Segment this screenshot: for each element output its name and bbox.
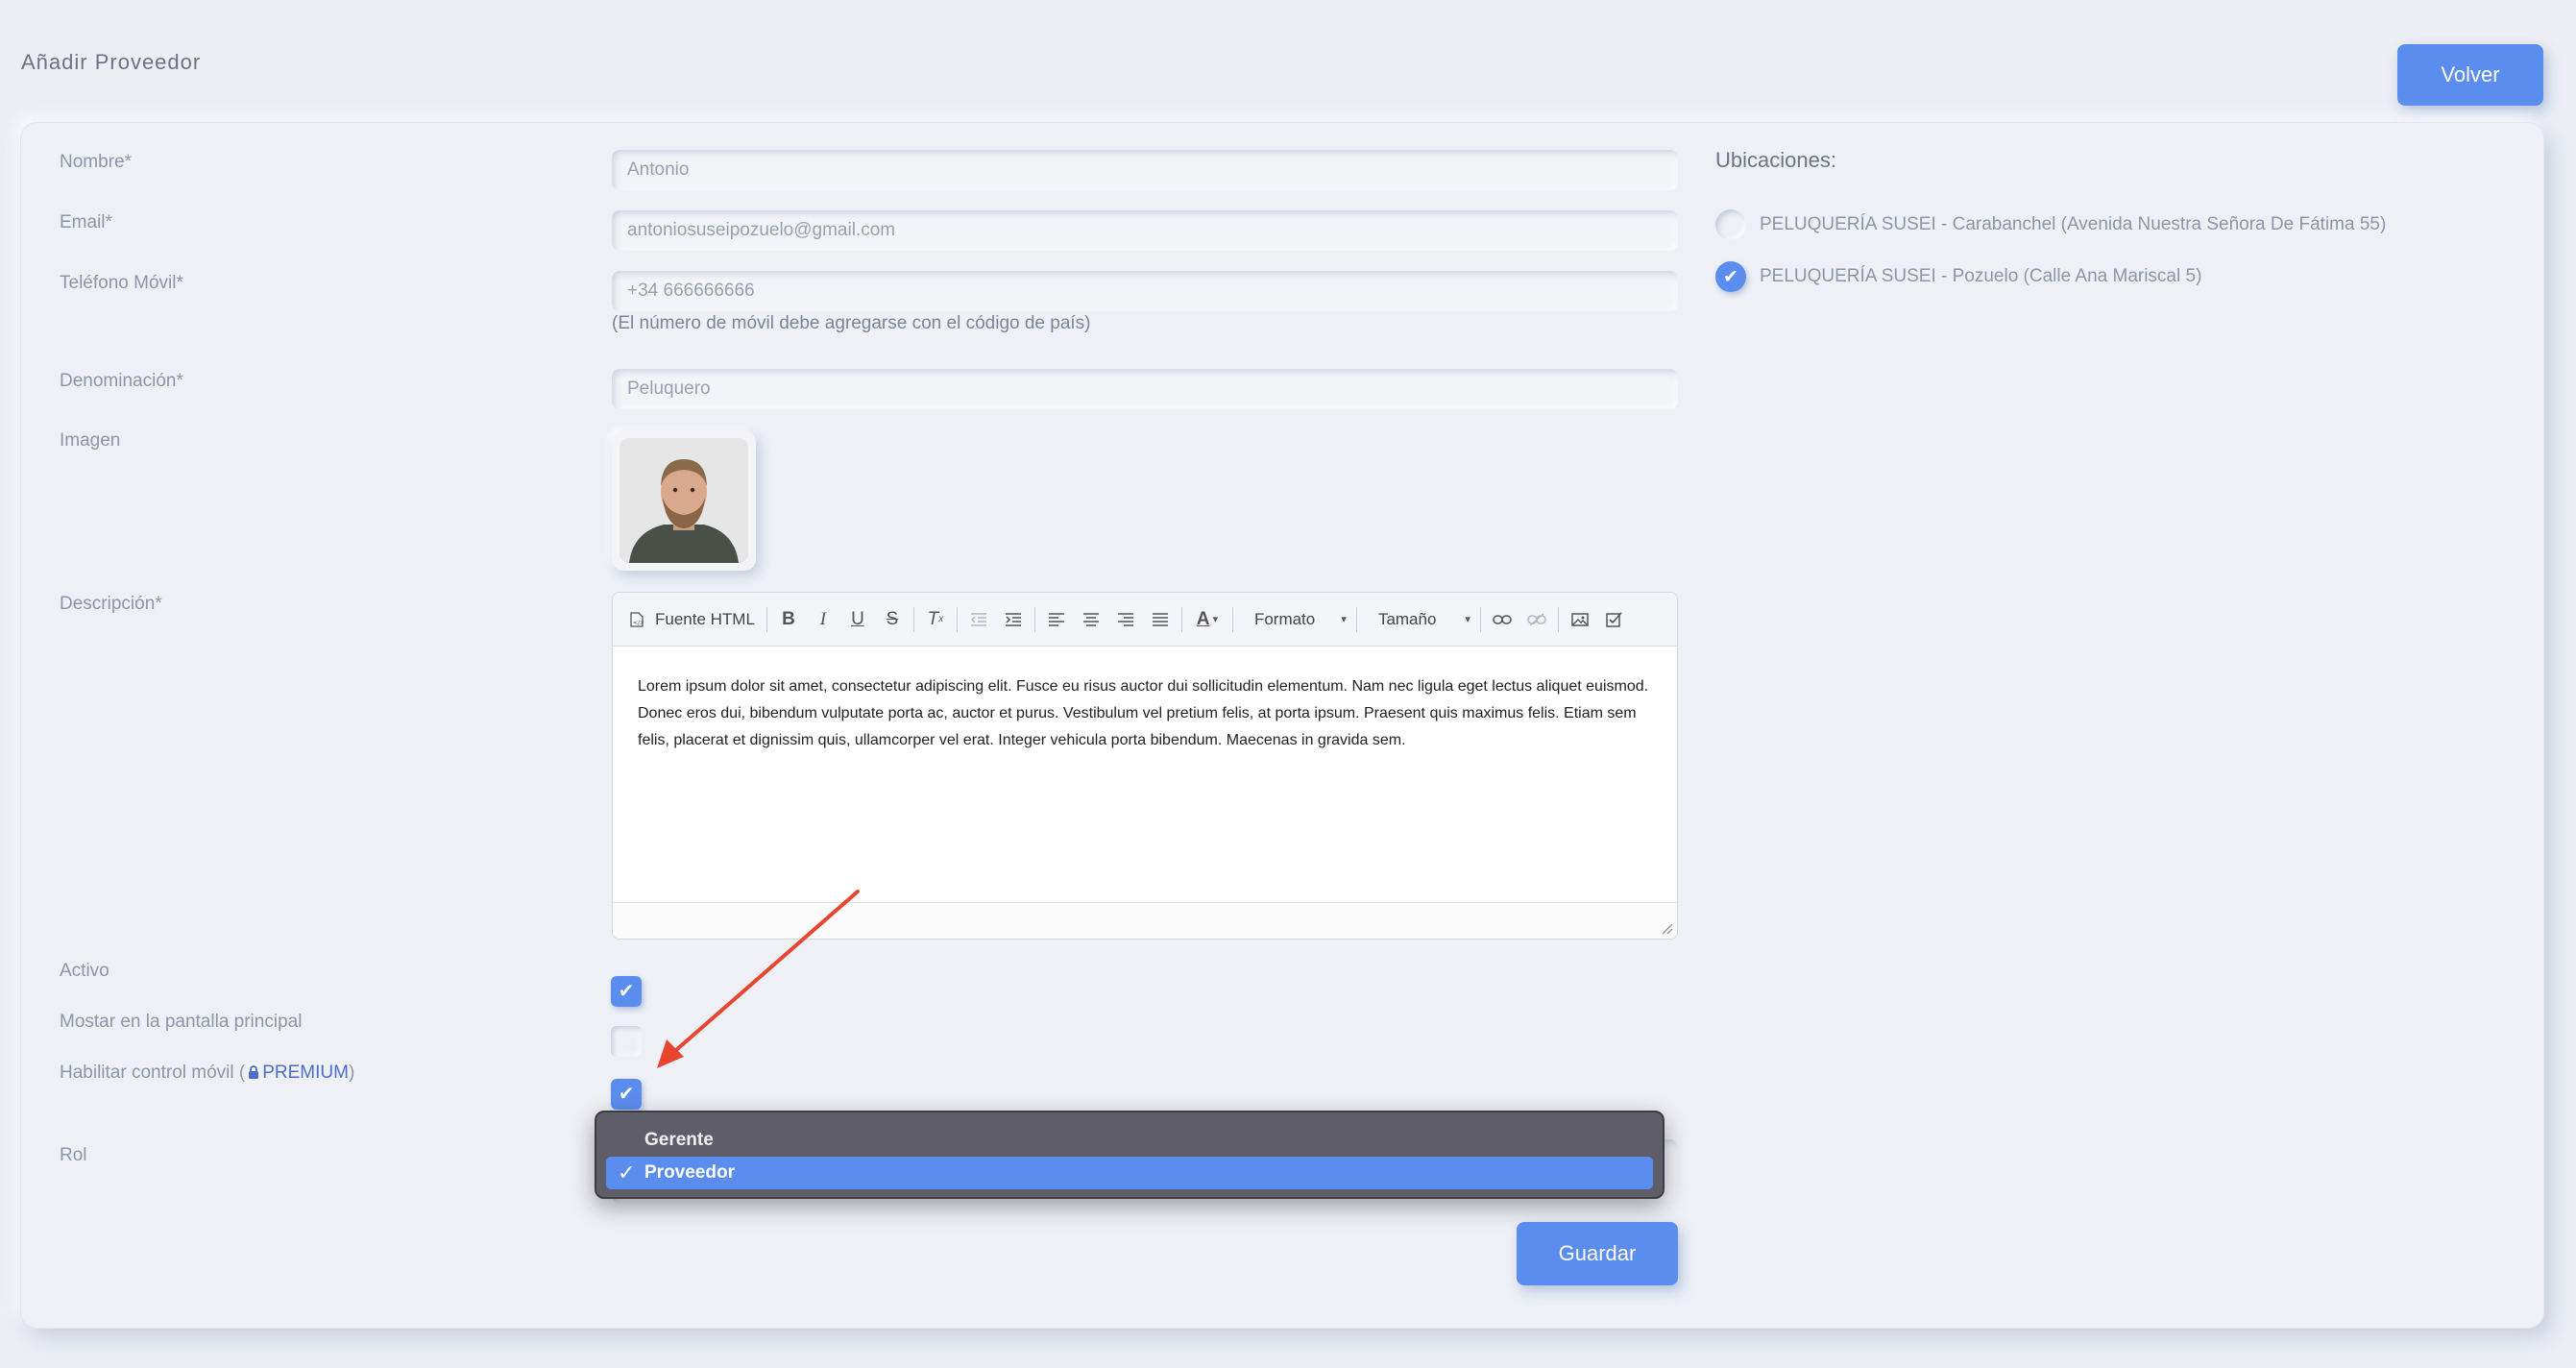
toolbar-divider — [1180, 606, 1182, 632]
editor-content[interactable]: Lorem ipsum dolor sit amet, consectetur … — [613, 647, 1677, 781]
mostrar-checkbox[interactable] — [611, 1026, 642, 1057]
strikethrough-icon[interactable]: S — [875, 602, 910, 637]
location-toggle[interactable]: ✔ — [1715, 261, 1746, 292]
italic-icon[interactable]: I — [806, 602, 840, 637]
toolbar-divider — [1033, 606, 1035, 632]
telefono-label: Teléfono Móvil* — [60, 273, 183, 293]
toolbar-divider — [1355, 606, 1357, 632]
indent-icon[interactable] — [996, 602, 1031, 637]
editor-statusbar — [613, 902, 1677, 939]
align-justify-icon[interactable] — [1143, 602, 1178, 637]
habilitar-label: Habilitar control móvil ( PREMIUM) — [60, 1063, 354, 1084]
size-select[interactable]: Tamaño ▾ — [1361, 610, 1476, 629]
nombre-label: Nombre* — [60, 152, 132, 172]
svg-text:</>: </> — [633, 620, 644, 626]
rol-label: Rol — [60, 1145, 87, 1165]
back-button[interactable]: Volver — [2397, 44, 2543, 106]
page-title: Añadir Proveedor — [21, 50, 202, 74]
resize-handle-icon[interactable] — [1662, 923, 1673, 935]
denominacion-label: Denominación* — [60, 371, 183, 391]
link-icon[interactable] — [1485, 602, 1519, 637]
description-editor[interactable]: </> Fuente HTML B I U S Tx A ▾ Formato ▾… — [612, 592, 1678, 940]
toolbar-divider — [1479, 606, 1481, 632]
habilitar-checkbox[interactable]: ✔ — [611, 1079, 642, 1110]
format-select[interactable]: Formato ▾ — [1237, 610, 1352, 629]
editor-toolbar: </> Fuente HTML B I U S Tx A ▾ Formato ▾… — [613, 593, 1677, 647]
option-label: Gerente — [644, 1130, 714, 1150]
unlink-icon[interactable] — [1519, 602, 1554, 637]
email-input[interactable]: antoniosuseipozuelo@gmail.com — [612, 210, 1678, 251]
toolbar-divider — [956, 606, 958, 632]
checkmark-icon: ✔ — [1723, 266, 1738, 287]
chevron-down-icon: ▾ — [1465, 614, 1470, 625]
rol-option-proveedor[interactable]: ✓ Proveedor — [606, 1157, 1653, 1189]
lock-icon — [249, 1065, 259, 1079]
location-item[interactable]: PELUQUERÍA SUSEI - Carabanchel (Avenida … — [1715, 209, 2386, 240]
source-icon[interactable]: </> — [626, 602, 647, 637]
habilitar-label-close: ) — [348, 1063, 355, 1083]
remove-format-icon[interactable]: Tx — [918, 602, 953, 637]
source-button-label[interactable]: Fuente HTML — [647, 610, 763, 629]
format-label: Formato — [1253, 609, 1316, 628]
image-icon[interactable] — [1563, 602, 1597, 637]
imagen-label: Imagen — [60, 430, 121, 451]
rol-dropdown-menu: Gerente ✓ Proveedor — [595, 1111, 1665, 1199]
align-center-icon[interactable] — [1074, 602, 1108, 637]
telefono-input[interactable]: +34 666666666 — [612, 271, 1678, 311]
location-item[interactable]: ✔ PELUQUERÍA SUSEI - Pozuelo (Calle Ana … — [1715, 261, 2201, 292]
nombre-input[interactable]: Antonio — [612, 150, 1678, 190]
checkmark-icon: ✔ — [618, 1084, 635, 1105]
save-button[interactable]: Guardar — [1517, 1222, 1678, 1285]
checkmark-icon: ✔ — [618, 981, 635, 1002]
mostrar-label: Mostar en la pantalla principal — [60, 1012, 303, 1032]
align-left-icon[interactable] — [1039, 602, 1074, 637]
avatar-upload[interactable] — [612, 430, 756, 571]
bold-icon[interactable]: B — [771, 602, 806, 637]
checkmark-icon: ✓ — [618, 1160, 636, 1185]
location-toggle[interactable] — [1715, 209, 1746, 240]
toolbar-divider — [1557, 606, 1559, 632]
denominacion-input[interactable]: Peluquero — [612, 369, 1678, 409]
descripcion-label: Descripción* — [60, 594, 162, 614]
location-label: PELUQUERÍA SUSEI - Carabanchel (Avenida … — [1760, 214, 2387, 234]
toolbar-divider — [766, 606, 767, 632]
option-label: Proveedor — [644, 1162, 735, 1183]
premium-badge: PREMIUM — [262, 1063, 349, 1083]
chevron-down-icon: ▾ — [1341, 614, 1347, 625]
telefono-hint: (El número de móvil debe agregarse con e… — [612, 313, 1091, 333]
toolbar-divider — [1231, 606, 1233, 632]
checkbox-icon[interactable] — [1597, 602, 1632, 637]
avatar — [620, 438, 748, 563]
text-color-icon[interactable]: A ▾ — [1186, 602, 1228, 637]
habilitar-label-text: Habilitar control móvil ( — [60, 1063, 246, 1083]
align-right-icon[interactable] — [1108, 602, 1143, 637]
ubicaciones-title: Ubicaciones: — [1715, 148, 1836, 172]
underline-icon[interactable]: U — [840, 602, 875, 637]
email-label: Email* — [60, 212, 112, 232]
avatar-photo — [620, 438, 748, 563]
location-label: PELUQUERÍA SUSEI - Pozuelo (Calle Ana Ma… — [1760, 266, 2202, 286]
toolbar-divider — [912, 606, 914, 632]
activo-checkbox[interactable]: ✔ — [611, 976, 642, 1007]
rol-option-gerente[interactable]: Gerente — [606, 1124, 1653, 1157]
outdent-icon[interactable] — [961, 602, 996, 637]
activo-label: Activo — [60, 961, 109, 981]
size-label: Tamaño — [1377, 609, 1437, 628]
